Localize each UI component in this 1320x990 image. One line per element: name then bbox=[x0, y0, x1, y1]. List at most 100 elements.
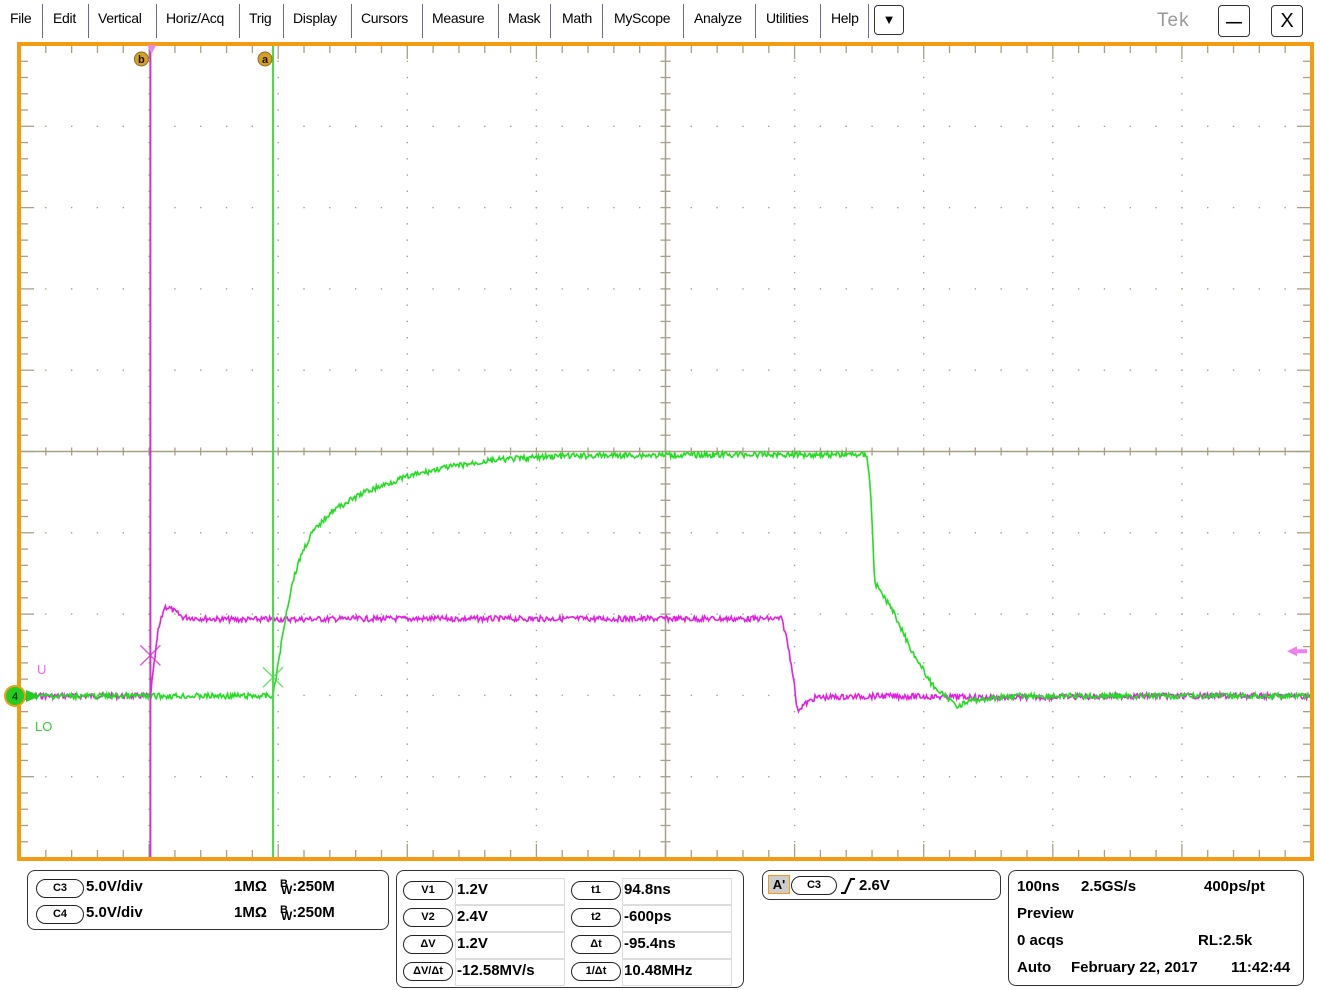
grid-dot bbox=[1000, 206, 1002, 209]
grid-dot bbox=[432, 613, 434, 615]
grid-dot bbox=[1129, 532, 1131, 534]
grid-dot bbox=[561, 206, 563, 209]
grid-dot bbox=[1000, 532, 1002, 534]
grid-dot bbox=[484, 613, 486, 615]
grid-dot bbox=[716, 288, 718, 290]
grid-dot bbox=[923, 710, 925, 713]
grid-dot bbox=[768, 369, 770, 371]
grid-dot bbox=[380, 369, 383, 371]
grid-dot bbox=[458, 776, 460, 778]
grid-dot bbox=[225, 613, 228, 615]
grid-dot bbox=[406, 483, 408, 485]
grid-dot bbox=[96, 613, 99, 615]
grid-dot bbox=[535, 141, 538, 144]
grid-dot bbox=[406, 548, 408, 550]
grid-dot bbox=[535, 288, 538, 290]
grid-dot bbox=[277, 93, 279, 95]
bw-sub: W bbox=[280, 909, 293, 923]
grid-dot bbox=[277, 564, 279, 567]
grid-dot bbox=[70, 776, 73, 778]
grid-dot bbox=[923, 515, 925, 518]
grid-dot bbox=[923, 223, 925, 225]
grid-dot bbox=[277, 808, 279, 810]
grid-dot bbox=[1052, 613, 1054, 615]
grid-dot bbox=[1052, 564, 1054, 567]
grid-dot bbox=[690, 532, 693, 534]
grid-dot bbox=[793, 223, 796, 225]
grid-dot bbox=[535, 824, 538, 827]
grid-dot bbox=[1129, 206, 1131, 209]
grid-dot bbox=[535, 320, 538, 323]
grid-dot bbox=[793, 841, 796, 843]
channel-badge-c3[interactable]: C3 bbox=[36, 879, 84, 898]
grid-dot bbox=[897, 206, 899, 209]
grid-dot bbox=[923, 499, 925, 501]
grid-dot bbox=[1052, 125, 1054, 127]
channel-c3-scale: 5.0V/div bbox=[86, 878, 143, 895]
grid-dot bbox=[845, 776, 847, 778]
grid-dot bbox=[406, 629, 408, 632]
grid-dot bbox=[484, 288, 486, 290]
cursor-v2-badge[interactable]: V2 bbox=[403, 908, 453, 927]
trigger-source-badge[interactable]: C3 bbox=[791, 876, 837, 895]
grid-dot bbox=[380, 776, 383, 778]
grid-dot bbox=[1207, 288, 1209, 290]
cursor-readout-panel: V1 1.2V V2 2.4V ΔV 1.2V ΔV/Δt -12.58MV/s… bbox=[396, 870, 744, 988]
cursor-freq-badge[interactable]: 1/Δt bbox=[571, 962, 621, 981]
grid-dot bbox=[1284, 125, 1286, 127]
grid-dot bbox=[1181, 499, 1183, 501]
channel-badge-c4[interactable]: C4 bbox=[36, 905, 84, 924]
grid-dot bbox=[251, 125, 254, 127]
grid-dot bbox=[354, 288, 357, 290]
trigger-mode-badge[interactable]: A' bbox=[768, 875, 790, 894]
grid-dot bbox=[845, 206, 847, 209]
grid-dot bbox=[1052, 499, 1054, 501]
cursor-a-label: a bbox=[262, 54, 269, 66]
grid-dot bbox=[200, 206, 202, 209]
grid-dot bbox=[174, 206, 176, 209]
grid-dot bbox=[432, 369, 434, 371]
grid-dot bbox=[819, 206, 822, 209]
grid-dot bbox=[406, 141, 408, 144]
grid-dot bbox=[277, 402, 279, 404]
cursor-delta-t-badge[interactable]: Δt bbox=[571, 935, 621, 954]
grid-dot bbox=[1129, 613, 1131, 615]
grid-dot bbox=[1052, 304, 1054, 306]
grid-dot bbox=[45, 206, 47, 209]
grid-dot bbox=[380, 288, 383, 290]
grid-dot bbox=[587, 206, 589, 209]
grid-dot bbox=[200, 613, 202, 615]
cursor-slope-badge[interactable]: ΔV/Δt bbox=[403, 962, 453, 981]
channel-c4-impedance: 1MΩ bbox=[234, 904, 267, 921]
grid-dot bbox=[1232, 125, 1235, 127]
grid-dot bbox=[406, 467, 408, 469]
grid-dot bbox=[923, 353, 925, 355]
cursor-delta-v-badge[interactable]: ΔV bbox=[403, 935, 453, 954]
grid-dot bbox=[897, 776, 899, 778]
cursor-t1-badge[interactable]: t1 bbox=[571, 881, 621, 900]
grid-dot bbox=[1181, 336, 1183, 339]
grid-dot bbox=[1052, 727, 1054, 729]
grid-dot bbox=[1052, 255, 1054, 258]
grid-dot bbox=[923, 678, 925, 680]
grid-dot bbox=[70, 288, 73, 290]
grid-dot bbox=[1258, 776, 1261, 778]
grid-dot bbox=[923, 76, 925, 79]
grid-dot bbox=[974, 288, 977, 290]
grid-dot bbox=[948, 369, 951, 371]
trigger-level-arrow-icon[interactable] bbox=[1287, 646, 1307, 657]
cursor-t2-badge[interactable]: t2 bbox=[571, 908, 621, 927]
grid-dot bbox=[1052, 710, 1054, 713]
cursor-v1-badge[interactable]: V1 bbox=[403, 881, 453, 900]
grid-dot bbox=[638, 613, 641, 615]
grid-dot bbox=[432, 532, 434, 534]
grid-dot bbox=[871, 125, 873, 127]
grid-dot bbox=[1052, 645, 1054, 648]
waveform-display[interactable]: b a 4 U LO bbox=[0, 0, 1320, 865]
grid-dot bbox=[1181, 239, 1183, 241]
grid-dot bbox=[406, 515, 408, 518]
grid-dot bbox=[1232, 369, 1235, 371]
grid-dot bbox=[535, 158, 538, 160]
grid-dot bbox=[1232, 288, 1235, 290]
grid-dot bbox=[1284, 288, 1286, 290]
